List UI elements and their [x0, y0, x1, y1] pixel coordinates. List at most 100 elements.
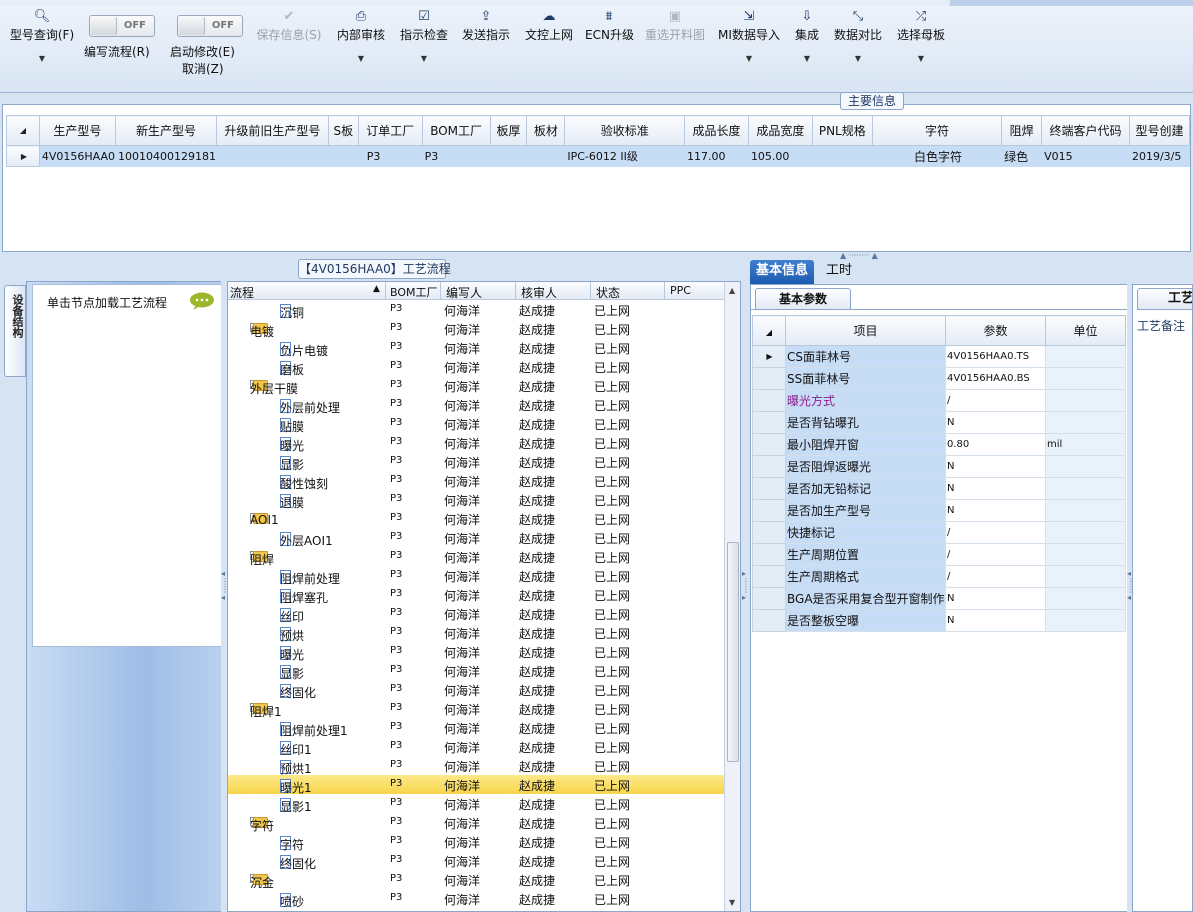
table-cell[interactable]: P3 [358, 145, 423, 167]
param-value-cell[interactable]: / [945, 389, 1046, 412]
col-header-unit[interactable]: 单位 [1045, 315, 1126, 346]
col-header[interactable]: 成品长度 [684, 115, 749, 146]
chevron-down-icon[interactable]: ▼ [792, 54, 822, 63]
col-header[interactable]: 字符 [871, 115, 1003, 146]
param-unit-cell[interactable] [1045, 499, 1126, 522]
equipment-structure-tab[interactable]: 设备结构 [4, 285, 26, 377]
param-unit-cell[interactable] [1045, 521, 1126, 544]
param-value-cell[interactable]: 4V0156HAA0.TS [945, 345, 1046, 368]
col-header[interactable]: 成品宽度 [747, 115, 813, 146]
chevron-down-icon[interactable]: ▼ [832, 54, 884, 63]
integrate-button[interactable]: ⇩ 集成 ▼ [792, 8, 822, 63]
param-unit-cell[interactable] [1045, 543, 1126, 566]
param-value-cell[interactable]: N [945, 499, 1046, 522]
tree-folder-row[interactable]: −外层干膜P3何海洋赵成捷已上网 [228, 376, 724, 396]
tree-folder-row[interactable]: −电镀P3何海洋赵成捷已上网 [228, 319, 724, 339]
params-row[interactable]: 是否加无铅标记 N [752, 477, 1126, 500]
tab-process[interactable]: 工艺 [1137, 288, 1193, 310]
params-row[interactable]: 是否阻焊返曝光 N [752, 455, 1126, 478]
tree-item-row[interactable]: 负片电镀 P3 何海洋 赵成捷 已上网 [228, 338, 724, 358]
reselect-cutting-map-button[interactable]: ▣ 重选开料图 [643, 8, 707, 44]
params-row[interactable]: 是否背钻曝孔 N [752, 411, 1126, 434]
param-unit-cell[interactable] [1045, 411, 1126, 434]
col-header-bom-factory[interactable]: BOM工厂 [390, 284, 438, 300]
scroll-down-icon[interactable]: ▼ [729, 898, 735, 907]
chevron-down-icon[interactable]: ▼ [6, 54, 78, 63]
col-header[interactable]: 板材 [526, 115, 566, 146]
tree-item-row[interactable]: 预烘1 P3 何海洋 赵成捷 已上网 [228, 756, 724, 776]
col-header-param[interactable]: 参数 [945, 315, 1046, 346]
param-value-cell[interactable]: / [945, 543, 1046, 566]
col-header[interactable]: 阻焊 [1001, 115, 1043, 146]
param-value-cell[interactable]: N [945, 411, 1046, 434]
middle-splitter[interactable]: ▸ ⋮ ⋮ ▸ [742, 280, 750, 912]
equipment-tree-box[interactable]: 单击节点加载工艺流程 [32, 284, 222, 647]
tree-item-row[interactable]: 贴膜 P3 何海洋 赵成捷 已上网 [228, 414, 724, 434]
table-cell[interactable] [812, 145, 873, 167]
col-header[interactable]: 订单工厂 [357, 115, 423, 146]
params-row[interactable]: ▶ CS面菲林号 4V0156HAA0.TS [752, 345, 1126, 368]
instruction-check-button[interactable]: ☑ 指示检查 ▼ [398, 8, 450, 63]
col-header-ppc[interactable]: PPC [670, 284, 691, 297]
params-row[interactable]: 曝光方式 / [752, 389, 1126, 412]
tree-folder-row[interactable]: −字符P3何海洋赵成捷已上网 [228, 813, 724, 833]
table-cell[interactable]: V015 [1041, 145, 1130, 167]
chevron-down-icon[interactable]: ▼ [895, 54, 947, 63]
params-row[interactable]: 快捷标记 / [752, 521, 1126, 544]
table-cell[interactable]: IPC-6012 II级 [564, 145, 686, 167]
tree-item-row[interactable]: 显影1 P3 何海洋 赵成捷 已上网 [228, 794, 724, 814]
params-row[interactable]: 是否加生产型号 N [752, 499, 1126, 522]
params-row[interactable]: SS面菲林号 4V0156HAA0.BS [752, 367, 1126, 390]
col-header-reviewer[interactable]: 核审人 [521, 284, 557, 301]
param-value-cell[interactable]: / [945, 565, 1046, 588]
table-cell[interactable]: 105.00 [748, 145, 813, 167]
col-header[interactable]: 终端客户代码 [1041, 115, 1130, 146]
chevron-down-icon[interactable]: ▼ [335, 54, 387, 63]
param-unit-cell[interactable] [1045, 389, 1126, 412]
tree-item-row[interactable]: 曝光 P3 何海洋 赵成捷 已上网 [228, 642, 724, 662]
tree-item-row[interactable]: 退膜 P3 何海洋 赵成捷 已上网 [228, 490, 724, 510]
param-unit-cell[interactable]: mil [1045, 433, 1126, 456]
tree-item-row[interactable]: 字符 P3 何海洋 赵成捷 已上网 [228, 832, 724, 852]
tree-item-row[interactable]: 预烘 P3 何海洋 赵成捷 已上网 [228, 623, 724, 643]
tree-item-row[interactable]: 酸性蚀刻 P3 何海洋 赵成捷 已上网 [228, 471, 724, 491]
tree-folder-row[interactable]: −阻焊P3何海洋赵成捷已上网 [228, 547, 724, 567]
col-header-process[interactable]: 流程 [230, 284, 254, 301]
table-cell[interactable]: 2019/3/5 [1129, 145, 1191, 167]
search-model-button[interactable]: 🔍︎ 型号查询(F) ▼ [6, 8, 78, 63]
param-value-cell[interactable]: N [945, 455, 1046, 478]
tree-item-row[interactable]: 阻焊前处理1 P3 何海洋 赵成捷 已上网 [228, 718, 724, 738]
tab-basic-info[interactable]: 基本信息 [750, 260, 815, 284]
tree-item-row[interactable]: 沉铜 P3 何海洋 赵成捷 已上网 [228, 300, 724, 320]
right-splitter[interactable]: ◂ ⋮ ⋮ ◂ [1127, 280, 1135, 912]
scroll-up-icon[interactable]: ▲ [729, 286, 735, 295]
param-unit-cell[interactable] [1045, 477, 1126, 500]
write-flow-toggle[interactable]: OFF [89, 15, 155, 37]
tree-folder-row[interactable]: −AOI1P3何海洋赵成捷已上网 [228, 509, 724, 528]
tree-item-row[interactable]: 外层前处理 P3 何海洋 赵成捷 已上网 [228, 395, 724, 415]
col-header[interactable]: PNL规格 [811, 115, 873, 146]
params-row[interactable]: 生产周期格式 / [752, 565, 1126, 588]
col-header-status[interactable]: 状态 [596, 284, 620, 301]
table-cell[interactable]: 117.00 [684, 145, 749, 167]
tab-work-hours[interactable]: 工时 [820, 260, 858, 284]
tree-item-row[interactable]: 磨板 P3 何海洋 赵成捷 已上网 [228, 357, 724, 377]
table-cell[interactable]: 10010400129181 [115, 145, 217, 167]
main-info-tab[interactable]: 主要信息 [840, 92, 904, 110]
table-cell[interactable] [526, 145, 566, 167]
col-header[interactable]: 新生产型号 [114, 115, 217, 146]
col-header[interactable]: 板厚 [489, 115, 528, 146]
select-motherboard-button[interactable]: ⤮ 选择母板 ▼ [895, 8, 947, 63]
tree-item-row[interactable]: 丝印1 P3 何海洋 赵成捷 已上网 [228, 737, 724, 757]
col-header[interactable]: 型号创建 [1128, 115, 1191, 146]
col-header[interactable]: BOM工厂 [421, 115, 491, 146]
ecn-upgrade-button[interactable]: ⩩ ECN升级 [585, 8, 634, 44]
param-value-cell[interactable]: / [945, 521, 1046, 544]
table-row[interactable]: ▶ 4V0156HAA0 10010400129181 P3 P3 IPC-60… [6, 145, 1191, 167]
tree-folder-row[interactable]: −沉金P3何海洋赵成捷已上网 [228, 870, 724, 890]
col-header-writer[interactable]: 编写人 [446, 284, 482, 301]
table-cell[interactable]: 绿色 [1001, 145, 1043, 167]
tree-item-row[interactable]: 阻焊前处理 P3 何海洋 赵成捷 已上网 [228, 566, 724, 586]
params-row[interactable]: BGA是否采用复合型开窗制作 N [752, 587, 1126, 610]
data-compare-button[interactable]: ⤡ 数据对比 ▼ [832, 8, 884, 63]
